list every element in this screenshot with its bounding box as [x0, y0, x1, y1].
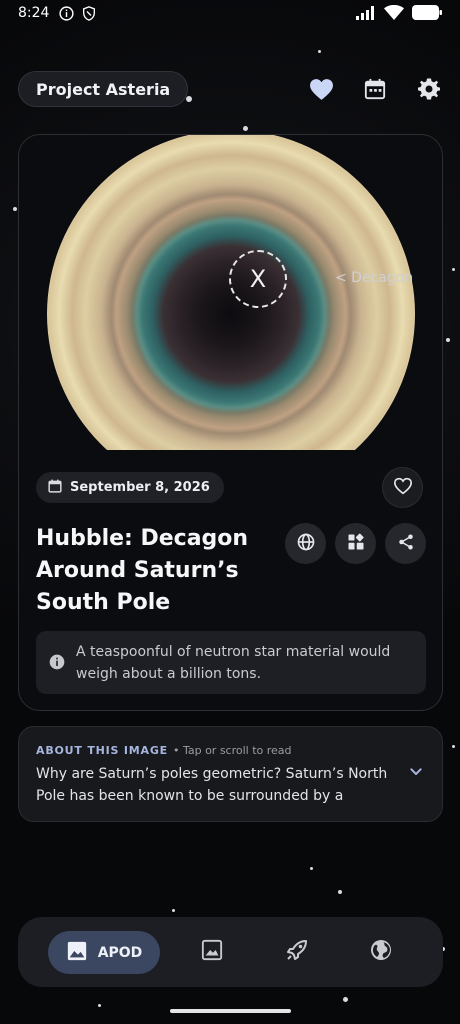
about-hint: • Tap or scroll to read — [172, 744, 292, 757]
image-icon — [66, 940, 88, 966]
widgets-button[interactable] — [335, 523, 376, 564]
nav-apod-tab[interactable]: APOD — [48, 931, 160, 974]
widgets-icon — [347, 533, 365, 555]
about-image-card[interactable]: ABOUT THIS IMAGE • Tap or scroll to read… — [18, 726, 443, 822]
star — [318, 50, 321, 53]
share-icon — [397, 533, 415, 555]
wifi-icon — [384, 4, 404, 24]
nav-gallery-tab[interactable] — [199, 939, 225, 965]
chevron-down-icon[interactable] — [408, 764, 424, 784]
star — [452, 745, 455, 748]
calendar-icon[interactable] — [360, 74, 390, 104]
about-header: ABOUT THIS IMAGE • Tap or scroll to read — [36, 744, 292, 757]
star — [343, 997, 348, 1002]
star — [243, 126, 248, 131]
nav-explore-tab[interactable] — [368, 939, 394, 965]
fun-fact-box: A teaspoonful of neutron star material w… — [36, 631, 426, 694]
open-web-button[interactable] — [285, 523, 326, 564]
apod-image[interactable]: X < Decagon — [19, 135, 442, 450]
info-icon — [58, 5, 75, 26]
status-time: 8:24 — [18, 5, 50, 21]
star — [98, 1004, 101, 1007]
apod-card: X < Decagon September 8, 2026 Hubble: De… — [18, 134, 443, 711]
share-button[interactable] — [385, 523, 426, 564]
star — [338, 890, 342, 894]
rocket-icon — [285, 938, 309, 966]
star — [13, 207, 17, 211]
bottom-navigation: APOD — [18, 917, 443, 987]
home-indicator[interactable] — [170, 1009, 291, 1013]
calendar-small-icon — [48, 479, 62, 497]
signal-icon — [356, 5, 376, 24]
nav-missions-tab[interactable] — [284, 939, 310, 965]
about-preview-text: Why are Saturn’s poles geometric? Saturn… — [36, 766, 388, 804]
nav-apod-label: APOD — [97, 944, 143, 961]
status-left-icons — [58, 5, 97, 26]
project-selector-chip[interactable]: Project Asteria — [18, 71, 189, 107]
globe-icon — [296, 532, 316, 556]
star — [310, 867, 313, 870]
fun-fact-text: A teaspoonful of neutron star material w… — [76, 644, 391, 682]
star — [452, 268, 455, 271]
battery-icon — [412, 5, 442, 24]
status-bar: 8:24 — [0, 0, 460, 28]
star — [446, 338, 450, 342]
gallery-icon — [201, 939, 223, 965]
star — [172, 909, 175, 912]
apod-title: Hubble: Decagon Around Saturn’s South Po… — [36, 526, 249, 615]
saturn-pole-image: X — [47, 135, 415, 450]
info-circle-icon — [49, 654, 65, 674]
shield-icon — [81, 5, 97, 26]
marker-label: X — [249, 265, 267, 293]
date-label: September 8, 2026 — [70, 480, 210, 495]
annotation-label: < Decagon — [335, 270, 414, 286]
status-right-icons — [356, 4, 442, 24]
globe-icon — [369, 938, 393, 966]
favorite-button[interactable] — [382, 467, 423, 508]
star — [186, 96, 192, 102]
favorites-heart-icon[interactable] — [306, 74, 336, 104]
decagon-marker[interactable]: X — [229, 250, 287, 308]
heart-outline-icon — [393, 477, 413, 499]
about-heading: ABOUT THIS IMAGE — [36, 744, 168, 757]
date-chip[interactable]: September 8, 2026 — [36, 472, 224, 503]
settings-gear-icon[interactable] — [414, 74, 444, 104]
